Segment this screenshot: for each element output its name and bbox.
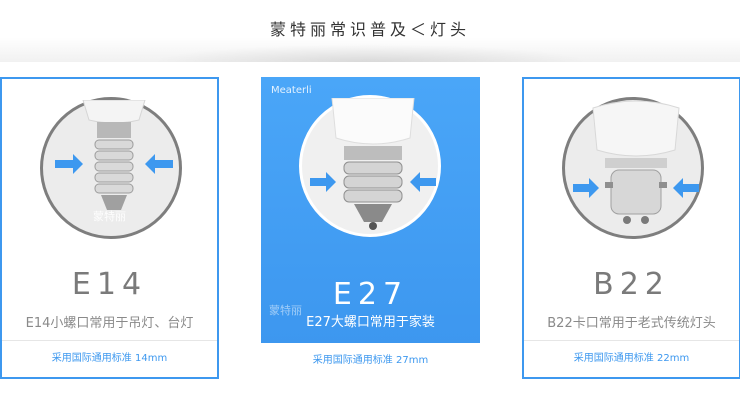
bulb-image-circle xyxy=(299,95,441,237)
standard-footer: 采用国际通用标准 14mm xyxy=(2,340,217,377)
page-title: 蒙特丽常识普及＜灯头 xyxy=(269,20,470,39)
socket-description: E14小螺口常用于吊灯、台灯 xyxy=(25,316,194,331)
header-shadow xyxy=(150,44,590,62)
socket-description: E27大螺口常用于家装 xyxy=(306,315,435,330)
socket-description: B22卡口常用于老式传统灯头 xyxy=(547,316,716,331)
brand-watermark: Meaterli xyxy=(271,85,312,96)
card-b22: B22 B22卡口常用于老式传统灯头 采用国际通用标准 22mm xyxy=(522,77,740,379)
bulb-image-circle: 蒙特丽 xyxy=(40,97,182,239)
card-e14: 蒙特丽 E14 E14小螺口常用于吊灯、台灯 采用国际通用标准 14mm xyxy=(0,77,219,379)
standard-footer: 采用国际通用标准 27mm xyxy=(261,343,480,379)
socket-label: E27 xyxy=(332,277,409,312)
watermark: 蒙特丽 xyxy=(93,210,126,223)
page-header: 蒙特丽常识普及＜灯头 xyxy=(0,0,740,62)
standard-footer: 采用国际通用标准 22mm xyxy=(524,340,739,377)
socket-label: E14 xyxy=(71,267,148,302)
bulb-image-circle xyxy=(562,97,704,239)
card-e27: Meaterli 蒙特丽 E27 E27大螺口常用于家装 采用国际通用标准 27… xyxy=(261,77,480,379)
socket-label: B22 xyxy=(593,267,670,302)
e27-bulb-image xyxy=(310,98,436,230)
b22-bulb-image xyxy=(573,100,699,224)
